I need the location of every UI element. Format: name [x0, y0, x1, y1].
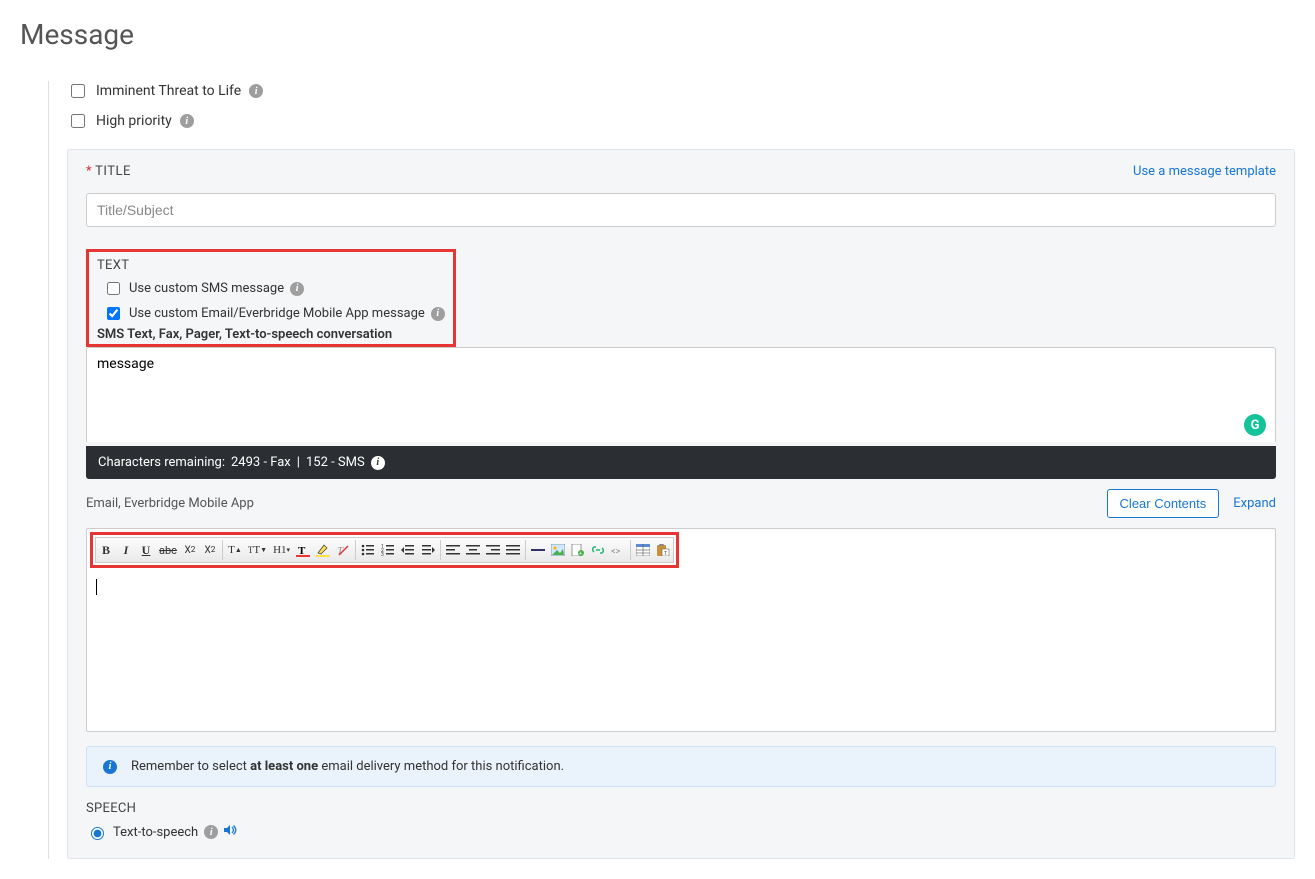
expand-link[interactable]: Expand — [1233, 496, 1276, 511]
editor-toolbar: B I U abc X2 X2 T▲ TT▼ H1▾ T T — [95, 537, 674, 563]
text-to-speech-radio[interactable] — [91, 827, 104, 840]
outdent-button[interactable] — [398, 539, 418, 561]
speech-section-label: SPEECH — [86, 801, 1276, 816]
ordered-list-button[interactable]: 123 — [378, 539, 398, 561]
use-custom-sms-row: Use custom SMS message i — [103, 279, 445, 298]
sms-types-label: SMS Text, Fax, Pager, Text-to-speech con… — [97, 327, 445, 342]
grammarly-icon[interactable]: G — [1244, 414, 1266, 436]
text-to-speech-label: Text-to-speech — [113, 825, 198, 840]
underline-button[interactable]: U — [136, 539, 156, 561]
use-message-template-link[interactable]: Use a message template — [1133, 164, 1276, 179]
text-section-label: TEXT — [97, 258, 445, 273]
page-title: Message — [20, 18, 1295, 51]
svg-text:<>: <> — [611, 547, 621, 556]
insert-link-button[interactable] — [588, 539, 608, 561]
subscript-button[interactable]: X2 — [180, 539, 200, 561]
imminent-threat-label: Imminent Threat to Life — [96, 83, 241, 99]
source-code-button[interactable]: <> — [608, 539, 628, 561]
alert-text: Remember to select at least one email de… — [131, 759, 564, 774]
sms-message-textarea[interactable] — [86, 347, 1276, 442]
info-icon[interactable]: i — [431, 307, 445, 321]
required-star: * — [86, 164, 92, 179]
paste-button[interactable]: T — [653, 539, 673, 561]
use-custom-sms-checkbox[interactable] — [107, 282, 120, 295]
title-input[interactable] — [86, 193, 1276, 227]
remove-format-button[interactable]: T — [333, 539, 353, 561]
unordered-list-button[interactable] — [358, 539, 378, 561]
font-color-button[interactable]: T — [293, 539, 313, 561]
rich-text-editor: B I U abc X2 X2 T▲ TT▼ H1▾ T T — [86, 528, 1276, 732]
svg-text:+: + — [579, 551, 582, 556]
title-panel: *TITLE Use a message template TEXT Use c… — [67, 149, 1295, 859]
insert-file-button[interactable]: + — [568, 539, 588, 561]
title-section-label: *TITLE — [86, 164, 131, 179]
char-remaining-prefix: Characters remaining: — [98, 455, 225, 470]
message-form: Imminent Threat to Life i High priority … — [48, 81, 1295, 859]
info-icon[interactable]: i — [180, 114, 194, 128]
high-priority-label: High priority — [96, 113, 172, 129]
fax-count: 2493 - Fax — [231, 455, 291, 470]
italic-button[interactable]: I — [116, 539, 136, 561]
increase-size-button[interactable]: T▲ — [225, 539, 245, 561]
imminent-threat-checkbox[interactable] — [71, 84, 85, 98]
align-right-button[interactable] — [483, 539, 503, 561]
info-icon[interactable]: i — [371, 456, 385, 470]
clear-contents-button[interactable]: Clear Contents — [1107, 489, 1220, 518]
bold-button[interactable]: B — [96, 539, 116, 561]
text-to-speech-row: Text-to-speech i — [86, 824, 1276, 840]
use-custom-sms-label: Use custom SMS message — [129, 281, 284, 296]
strikethrough-button[interactable]: abc — [156, 539, 180, 561]
email-delivery-alert: i Remember to select at least one email … — [86, 746, 1276, 787]
sound-icon[interactable] — [224, 824, 238, 840]
insert-table-button[interactable] — [633, 539, 653, 561]
email-section-label: Email, Everbridge Mobile App — [86, 496, 254, 511]
email-section-header: Email, Everbridge Mobile App Clear Conte… — [86, 489, 1276, 518]
align-justify-button[interactable] — [503, 539, 523, 561]
speech-section: SPEECH Text-to-speech i — [86, 801, 1276, 840]
info-icon[interactable]: i — [249, 84, 263, 98]
use-custom-email-label: Use custom Email/Everbridge Mobile App m… — [129, 306, 425, 321]
heading-button[interactable]: H1▾ — [270, 539, 293, 561]
rich-text-body[interactable] — [87, 571, 1275, 731]
highlight-color-button[interactable] — [313, 539, 333, 561]
char-separator: | — [297, 455, 300, 470]
align-left-button[interactable] — [443, 539, 463, 561]
option-high-priority: High priority i — [67, 111, 1295, 131]
use-custom-email-row: Use custom Email/Everbridge Mobile App m… — [103, 304, 445, 323]
indent-button[interactable] — [418, 539, 438, 561]
sms-message-wrapper: G — [86, 347, 1276, 446]
insert-image-button[interactable] — [548, 539, 568, 561]
superscript-button[interactable]: X2 — [200, 539, 220, 561]
toolbar-highlight: B I U abc X2 X2 T▲ TT▼ H1▾ T T — [90, 532, 679, 568]
svg-text:T: T — [664, 551, 667, 556]
info-icon: i — [103, 760, 117, 774]
decrease-size-button[interactable]: TT▼ — [245, 539, 270, 561]
info-icon[interactable]: i — [290, 282, 304, 296]
svg-text:3: 3 — [381, 552, 384, 556]
text-options-highlight: TEXT Use custom SMS message i Use custom… — [86, 249, 456, 347]
align-center-button[interactable] — [463, 539, 483, 561]
option-imminent-threat: Imminent Threat to Life i — [67, 81, 1295, 101]
info-icon[interactable]: i — [204, 825, 218, 839]
text-cursor — [96, 579, 97, 595]
use-custom-email-checkbox[interactable] — [107, 307, 120, 320]
horizontal-rule-button[interactable] — [528, 539, 548, 561]
sms-count: 152 - SMS — [306, 455, 365, 470]
high-priority-checkbox[interactable] — [71, 114, 85, 128]
characters-remaining-bar: Characters remaining: 2493 - Fax | 152 -… — [86, 446, 1276, 479]
